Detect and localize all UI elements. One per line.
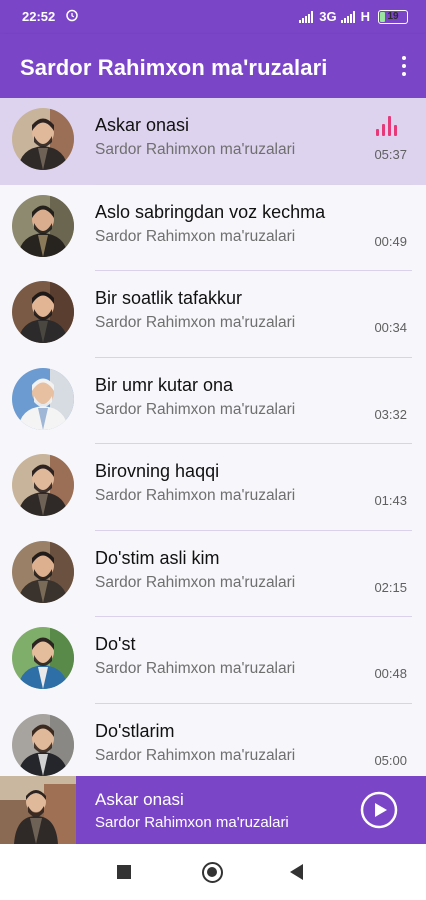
- track-avatar: [12, 194, 74, 257]
- track-avatar: [12, 454, 74, 516]
- track-row[interactable]: Askar onasi Sardor Rahimxon ma'ruzalari 05…: [0, 98, 426, 185]
- app-bar: Sardor Rahimxon ma'ruzalari: [0, 34, 426, 98]
- track-avatar: [12, 627, 74, 689]
- network-type: 3G: [319, 9, 337, 24]
- page-title: Sardor Rahimxon ma'ruzalari: [20, 55, 328, 80]
- track-list[interactable]: Askar onasi Sardor Rahimxon ma'ruzalari 05…: [0, 98, 426, 776]
- track-title: Aslo sabringdan voz kechma: [95, 201, 326, 222]
- track-artist: Sardor Rahimxon ma'ruzalari: [95, 487, 296, 504]
- play-circle-icon[interactable]: [360, 791, 398, 829]
- now-playing-artwork: [0, 776, 76, 844]
- track-artist: Sardor Rahimxon ma'ruzalari: [95, 573, 296, 591]
- battery-icon: 19: [378, 9, 408, 24]
- square-icon[interactable]: [117, 865, 131, 879]
- track-row[interactable]: Birovning haqqi Sardor Rahimxon ma'ruzala…: [0, 444, 426, 531]
- signal-icon-2: [340, 10, 357, 23]
- track-title: Do'st: [95, 634, 136, 654]
- triangle-back-icon[interactable]: [290, 864, 303, 880]
- track-avatar: [12, 540, 74, 603]
- alarm-icon: [66, 9, 78, 22]
- track-duration: 00:48: [374, 666, 407, 681]
- circle-icon[interactable]: [202, 862, 223, 883]
- track-title: Bir umr kutar ona: [95, 374, 234, 395]
- track-row[interactable]: Do'stim asli kim Sardor Rahimxon ma'ruzal…: [0, 530, 426, 617]
- track-title: Bir soatlik tafakkur: [95, 288, 243, 308]
- track-row[interactable]: Aslo sabringdan voz kechma Sardor Rahimxo…: [0, 184, 426, 271]
- now-playing-artist: Sardor Rahimxon ma'ruzalari: [95, 814, 289, 831]
- track-avatar: [12, 713, 74, 776]
- track-artist: Sardor Rahimxon ma'ruzalari: [95, 660, 296, 677]
- battery-level: 19: [387, 10, 399, 22]
- track-duration: 02:15: [374, 579, 407, 595]
- track-row[interactable]: Do'stlarim Sardor Rahimxon ma'ruzalari 05:…: [0, 703, 426, 776]
- now-playing-title: Askar onasi: [95, 790, 184, 809]
- track-avatar: [12, 367, 74, 430]
- track-title: Askar onasi: [95, 115, 190, 135]
- track-artist: Sardor Rahimxon ma'ruzalari: [95, 141, 296, 158]
- track-duration: 03:32: [374, 406, 407, 422]
- track-artist: Sardor Rahimxon ma'ruzalari: [95, 746, 296, 764]
- track-duration: 00:49: [374, 233, 407, 249]
- track-duration: 05:00: [374, 752, 407, 768]
- track-artist: Sardor Rahimxon ma'ruzalari: [95, 400, 296, 418]
- track-row[interactable]: Do'st Sardor Rahimxon ma'ruzalari 00:48: [0, 617, 426, 704]
- track-duration: 00:34: [374, 320, 407, 335]
- status-indicators: 3G H 19: [299, 9, 408, 24]
- track-artist: Sardor Rahimxon ma'ruzalari: [95, 314, 296, 331]
- more-vert-icon[interactable]: [398, 54, 410, 78]
- track-avatar: [12, 108, 74, 170]
- system-nav-bar: [0, 844, 426, 900]
- track-title: Birovning haqqi: [95, 461, 220, 481]
- mini-player[interactable]: Askar onasi Sardor Rahimxon ma'ruzalari: [0, 776, 426, 844]
- track-title: Do'stim asli kim: [95, 547, 220, 568]
- track-avatar: [12, 281, 74, 343]
- track-duration: 05:37: [374, 147, 407, 162]
- track-row[interactable]: Bir umr kutar ona Sardor Rahimxon ma'ruza…: [0, 357, 426, 444]
- track-row[interactable]: Bir soatlik tafakkur Sardor Rahimxon ma'r…: [0, 271, 426, 358]
- equalizer-icon: [376, 114, 400, 136]
- signal-icon: [299, 10, 315, 23]
- status-time: 22:52: [22, 9, 56, 24]
- track-artist: Sardor Rahimxon ma'ruzalari: [95, 227, 296, 245]
- status-bar: 22:52 3G H 19: [0, 0, 426, 34]
- track-duration: 01:43: [374, 493, 407, 508]
- track-title: Do'stlarim: [95, 720, 175, 741]
- network-type-2: H: [360, 9, 370, 24]
